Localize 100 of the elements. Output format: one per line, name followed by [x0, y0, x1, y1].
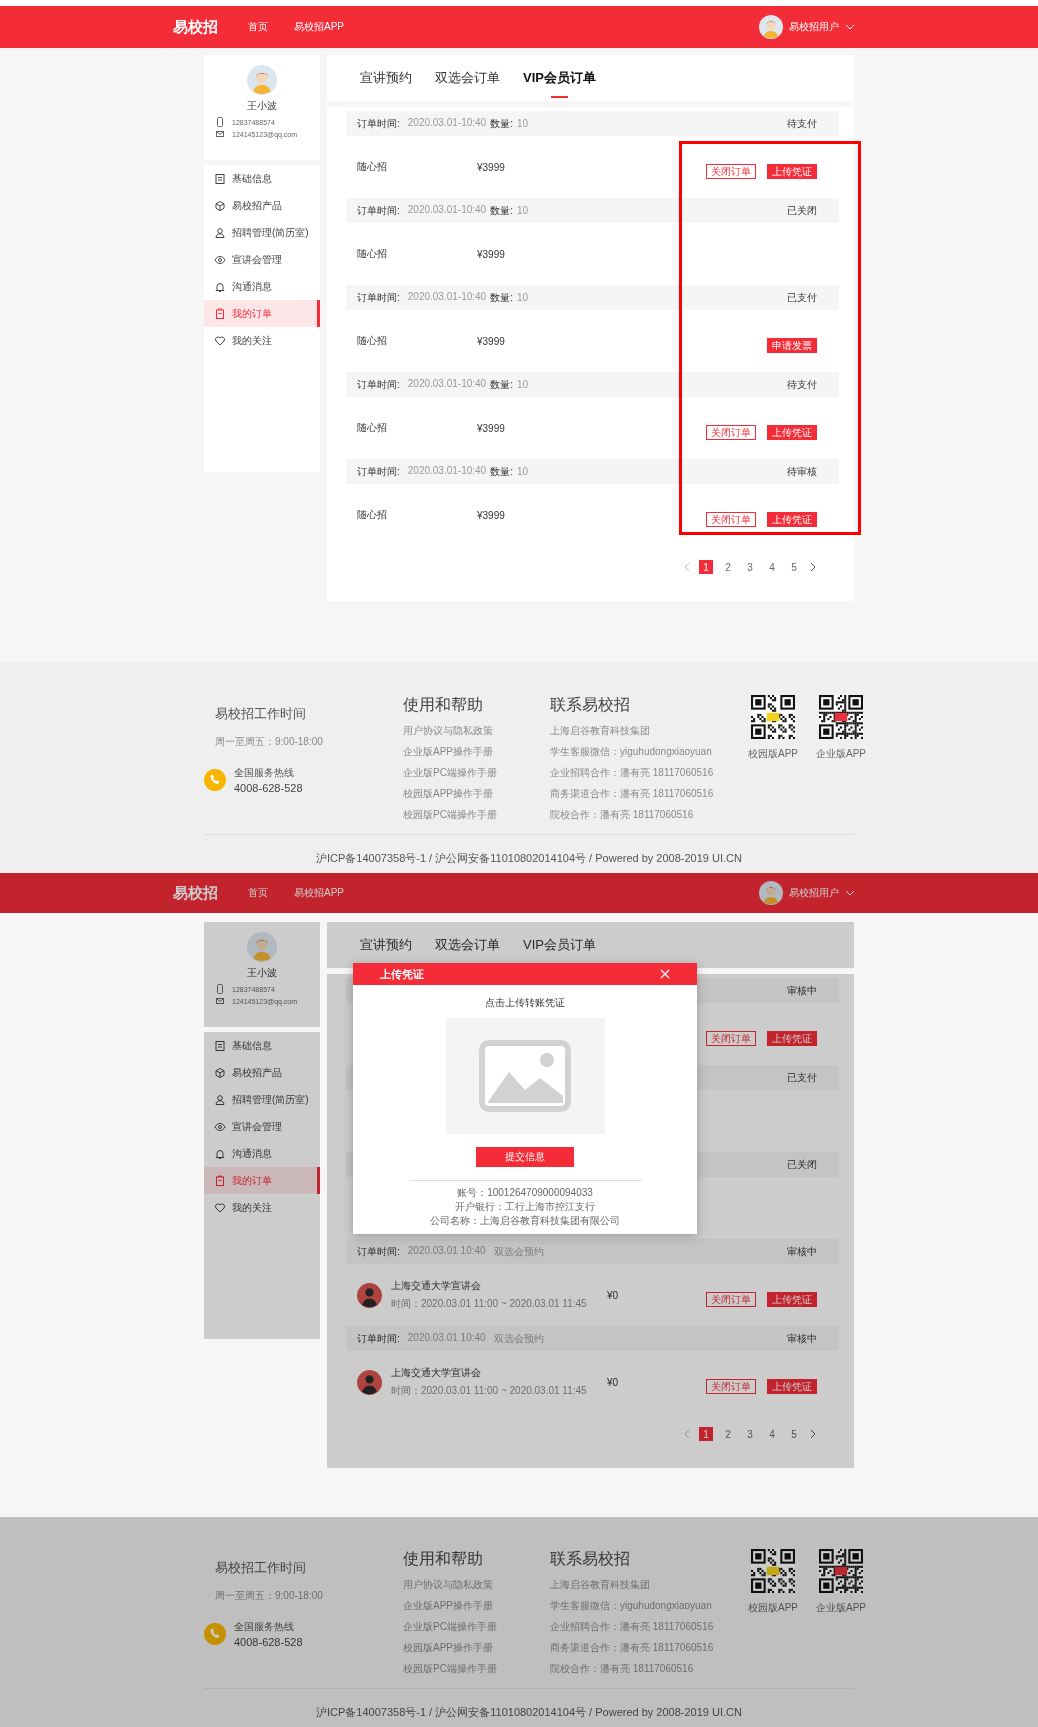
page-button[interactable]: 3	[743, 560, 757, 574]
user-name[interactable]: 易校招用户	[789, 20, 839, 34]
hotline-number: 4008-628-528	[234, 782, 303, 794]
qr-caption: 企业版APP	[816, 1601, 867, 1615]
order-button[interactable]: 关闭订单	[706, 1030, 756, 1046]
footer-link[interactable]: 用户协议与隐私政策	[403, 1574, 550, 1595]
order-status: 已支付	[787, 290, 817, 305]
footer-link[interactable]: 用户协议与隐私政策	[403, 720, 550, 741]
page-button[interactable]: 1	[699, 1427, 713, 1441]
page-button[interactable]: 2	[721, 1427, 735, 1441]
footer-link[interactable]: 校园版PC端操作手册	[403, 1658, 550, 1679]
tab[interactable]: VIP会员订单	[523, 922, 596, 968]
field-label: 数量:	[490, 203, 513, 218]
tab[interactable]: 双选会订单	[435, 922, 500, 968]
sidebar-item[interactable]: 我的关注	[204, 1194, 320, 1221]
page-button[interactable]: 5	[787, 560, 801, 574]
sidebar-item[interactable]: 我的关注	[204, 327, 320, 354]
qr-caption: 企业版APP	[816, 747, 867, 761]
logo[interactable]: 易校招	[173, 17, 218, 37]
nav-link[interactable]: 首页	[248, 20, 268, 34]
page-button[interactable]: 4	[765, 1427, 779, 1441]
order-button[interactable]: 关闭订单	[706, 1291, 756, 1307]
footer-link[interactable]: 校园版APP操作手册	[403, 1637, 550, 1658]
footer-link[interactable]: 企业版APP操作手册	[403, 741, 550, 762]
page-button[interactable]: 3	[743, 1427, 757, 1441]
page-button[interactable]: 4	[765, 560, 779, 574]
tab[interactable]: 宣讲预约	[360, 55, 412, 101]
chevron-down-icon[interactable]	[845, 890, 855, 896]
order-button[interactable]: 关闭订单	[706, 511, 756, 527]
sidebar-item[interactable]: 易校招产品	[204, 192, 320, 219]
sidebar-item[interactable]: 我的订单	[204, 300, 320, 327]
avatar	[247, 932, 277, 962]
order-button[interactable]: 关闭订单	[706, 1378, 756, 1394]
chevron-down-icon[interactable]	[845, 24, 855, 30]
image-icon	[479, 1040, 571, 1112]
order-button[interactable]: 上传凭证	[767, 1378, 817, 1394]
order-status: 已关闭	[787, 1157, 817, 1172]
sidebar-item[interactable]: 宣讲会管理	[204, 246, 320, 273]
sidebar-item[interactable]: 招聘管理(简历室)	[204, 219, 320, 246]
mail-icon	[216, 996, 224, 1006]
sidebar-item[interactable]: 我的订单	[204, 1167, 320, 1194]
order-button[interactable]: 关闭订单	[706, 163, 756, 179]
chevron-right-icon[interactable]	[809, 562, 817, 572]
order-button[interactable]: 上传凭证	[767, 1030, 817, 1046]
order-status: 待支付	[787, 116, 817, 131]
footer-link[interactable]: 企业版PC端操作手册	[403, 1616, 550, 1637]
contact-info: 企业招聘合作：潘有亮 18117060516	[550, 766, 715, 780]
sidebar-item[interactable]: 沟通消息	[204, 273, 320, 300]
quantity: 10	[516, 118, 529, 129]
nav-link[interactable]: 易校招APP	[294, 20, 344, 34]
order-button[interactable]: 关闭订单	[706, 424, 756, 440]
qr-caption: 校园版APP	[748, 747, 798, 761]
order-time: 2020.03.01-10:40	[407, 377, 487, 391]
page-button[interactable]: 5	[787, 1427, 801, 1441]
hotline-label: 全国服务热线	[234, 1620, 295, 1634]
order-button[interactable]: 上传凭证	[767, 1291, 817, 1307]
field-label: 数量:	[490, 290, 513, 305]
tab[interactable]: 双选会订单	[435, 55, 500, 101]
footer-link[interactable]: 校园版PC端操作手册	[403, 804, 550, 825]
avatar	[247, 65, 277, 95]
tab[interactable]: 宣讲预约	[360, 922, 412, 968]
footer-link[interactable]: 校园版APP操作手册	[403, 783, 550, 804]
order-button[interactable]: 上传凭证	[767, 424, 817, 440]
close-icon[interactable]	[660, 969, 670, 979]
order-button[interactable]: 上传凭证	[767, 163, 817, 179]
event-title: 上海交通大学宣讲会	[391, 1279, 482, 1293]
form-icon	[214, 172, 226, 185]
footer-link[interactable]: 企业版APP操作手册	[403, 1595, 550, 1616]
price: ¥0	[607, 1289, 619, 1301]
field-label: 订单时间:	[357, 377, 400, 392]
sidebar-item[interactable]: 宣讲会管理	[204, 1113, 320, 1140]
logo[interactable]: 易校招	[173, 883, 218, 903]
sidebar-item[interactable]: 沟通消息	[204, 1140, 320, 1167]
user-name[interactable]: 易校招用户	[789, 886, 839, 900]
page-button[interactable]: 1	[699, 560, 713, 574]
sidebar-item[interactable]: 基础信息	[204, 165, 320, 192]
cube-icon	[214, 1066, 226, 1079]
quantity: 10	[516, 292, 529, 303]
order-time: 2020.03.01 10:40	[407, 1244, 486, 1258]
hotline-label: 全国服务热线	[234, 766, 295, 780]
submit-button[interactable]: 提交信息	[476, 1147, 574, 1167]
footer-link[interactable]: 企业版PC端操作手册	[403, 762, 550, 783]
product-name: 随心招	[357, 160, 388, 174]
field-label: 数量:	[490, 116, 513, 131]
sidebar-item[interactable]: 易校招产品	[204, 1059, 320, 1086]
account-info: 开户银行：工行上海市控江支行	[455, 1200, 595, 1214]
chevron-right-icon[interactable]	[809, 1429, 817, 1439]
sidebar-item[interactable]: 招聘管理(简历室)	[204, 1086, 320, 1113]
order-time: 2020.03.01-10:40	[407, 464, 487, 478]
sidebar-item[interactable]: 基础信息	[204, 1032, 320, 1059]
nav-link[interactable]: 首页	[248, 886, 268, 900]
order-button[interactable]: 申请发票	[767, 337, 817, 353]
price: ¥3999	[477, 509, 505, 521]
order-button[interactable]: 上传凭证	[767, 511, 817, 527]
nav-link[interactable]: 易校招APP	[294, 886, 344, 900]
page-button[interactable]: 2	[721, 560, 735, 574]
qr-caption: 校园版APP	[748, 1601, 798, 1615]
product-name: 随心招	[357, 334, 388, 348]
quantity: 10	[516, 205, 529, 216]
field-label: 订单时间:	[357, 203, 400, 218]
